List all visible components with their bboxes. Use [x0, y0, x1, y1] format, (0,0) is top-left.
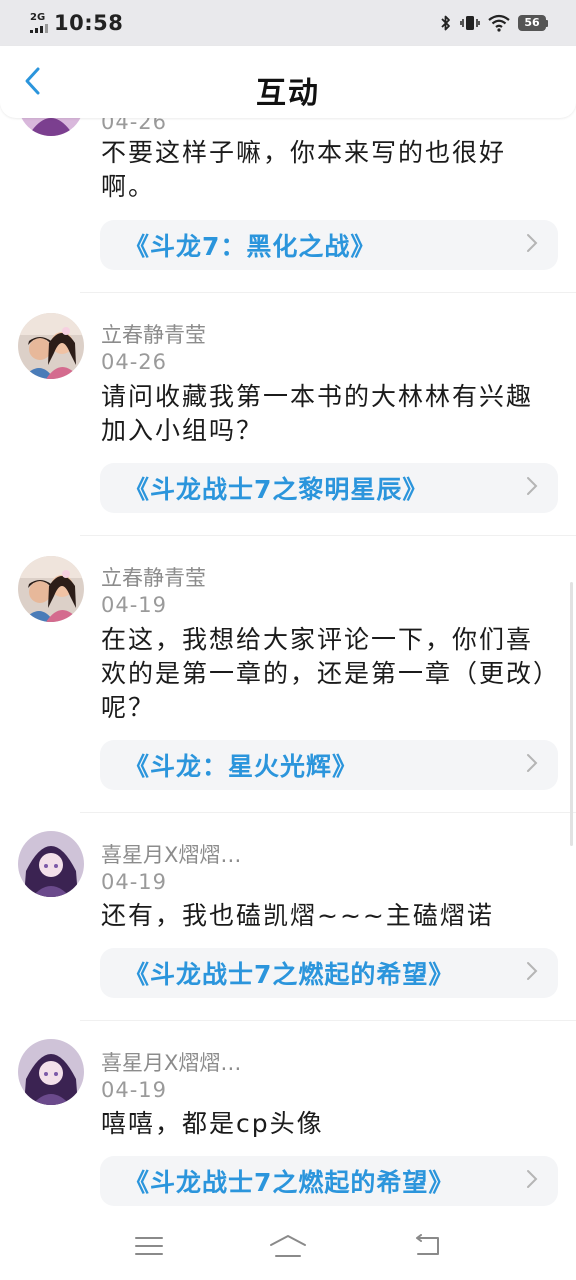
back-icon [412, 1234, 442, 1262]
comment-text: 嘻嘻，都是cp头像 [101, 1109, 324, 1138]
battery-level: 56 [518, 15, 546, 31]
comment-text: 还有，我也磕凯熠~~~主磕熠诺 [101, 901, 494, 930]
list-item[interactable]: 立春静青莹 04-19 在这，我想给大家评论一下，你们喜欢的是第一章的，还是第一… [0, 536, 576, 813]
scroll-indicator[interactable] [570, 582, 573, 846]
interaction-list[interactable]: 04-26 不要这样子嘛，你本来写的也很好啊。 《斗龙7：黑化之战》 立春静青莹… [0, 118, 576, 1216]
status-time: 10:58 [54, 11, 124, 35]
chevron-right-icon [526, 753, 538, 777]
chevron-right-icon [526, 476, 538, 500]
home-icon [268, 1233, 308, 1263]
bluetooth-icon [440, 14, 452, 32]
list-item[interactable]: 喜星月X熠熠… 04-19 嘻嘻，都是cp头像 《斗龙战士7之燃起的希望》 [0, 1021, 576, 1216]
comment-date: 04-19 [101, 1078, 168, 1102]
comment-date: 04-19 [101, 593, 168, 617]
chevron-right-icon [526, 961, 538, 985]
top-app-bar: 互动 [0, 46, 576, 118]
signal-bars-icon [30, 23, 48, 33]
comment-date: 04-19 [101, 870, 168, 894]
book-title: 《斗龙战士7之黎明星辰》 [124, 475, 429, 504]
chevron-right-icon [526, 1169, 538, 1193]
avatar[interactable] [18, 118, 84, 136]
list-item[interactable]: 立春静青莹 04-26 请问收藏我第一本书的大林林有兴趣加入小组吗？ 《斗龙战士… [0, 293, 576, 536]
user-name[interactable]: 立春静青莹 [101, 319, 206, 349]
chevron-right-icon [526, 233, 538, 257]
home-button[interactable] [258, 1226, 318, 1270]
menu-icon [134, 1235, 164, 1261]
book-link[interactable]: 《斗龙7：黑化之战》 [100, 220, 558, 270]
page-title: 互动 [256, 76, 320, 111]
book-link[interactable]: 《斗龙战士7之燃起的希望》 [100, 1156, 558, 1206]
system-back-button[interactable] [397, 1226, 457, 1270]
avatar[interactable] [18, 831, 84, 897]
vibrate-icon [460, 14, 480, 32]
status-bar: 2G 10:58 56 [0, 0, 576, 46]
avatar[interactable] [18, 1039, 84, 1105]
user-name[interactable]: 喜星月X熠熠… [101, 839, 241, 869]
wifi-icon [488, 14, 510, 32]
book-title: 《斗龙7：黑化之战》 [124, 232, 377, 261]
book-title: 《斗龙战士7之燃起的希望》 [124, 1168, 455, 1197]
book-link[interactable]: 《斗龙战士7之燃起的希望》 [100, 948, 558, 998]
avatar[interactable] [18, 313, 84, 379]
book-title: 《斗龙战士7之燃起的希望》 [124, 960, 455, 989]
menu-button[interactable] [119, 1226, 179, 1270]
comment-date: 04-26 [101, 118, 168, 134]
user-name[interactable]: 立春静青莹 [101, 562, 206, 592]
comment-text: 在这，我想给大家评论一下，你们喜欢的是第一章的，还是第一章（更改）呢？ [101, 625, 548, 722]
book-title: 《斗龙：星火光辉》 [124, 752, 359, 781]
user-name[interactable]: 喜星月X熠熠… [101, 1047, 241, 1077]
book-link[interactable]: 《斗龙：星火光辉》 [100, 740, 558, 790]
network-type: 2G [30, 12, 46, 23]
comment-date: 04-26 [101, 350, 168, 374]
battery-indicator: 56 [518, 15, 548, 31]
avatar[interactable] [18, 556, 84, 622]
comment-text: 不要这样子嘛，你本来写的也很好啊。 [101, 138, 507, 201]
list-item[interactable]: 喜星月X熠熠… 04-19 还有，我也磕凯熠~~~主磕熠诺 《斗龙战士7之燃起的… [0, 813, 576, 1021]
list-item[interactable]: 04-26 不要这样子嘛，你本来写的也很好啊。 《斗龙7：黑化之战》 [0, 118, 576, 293]
signal-indicator: 2G [30, 13, 48, 33]
comment-text: 请问收藏我第一本书的大林林有兴趣加入小组吗？ [101, 382, 534, 445]
book-link[interactable]: 《斗龙战士7之黎明星辰》 [100, 463, 558, 513]
system-nav-bar [0, 1216, 576, 1280]
